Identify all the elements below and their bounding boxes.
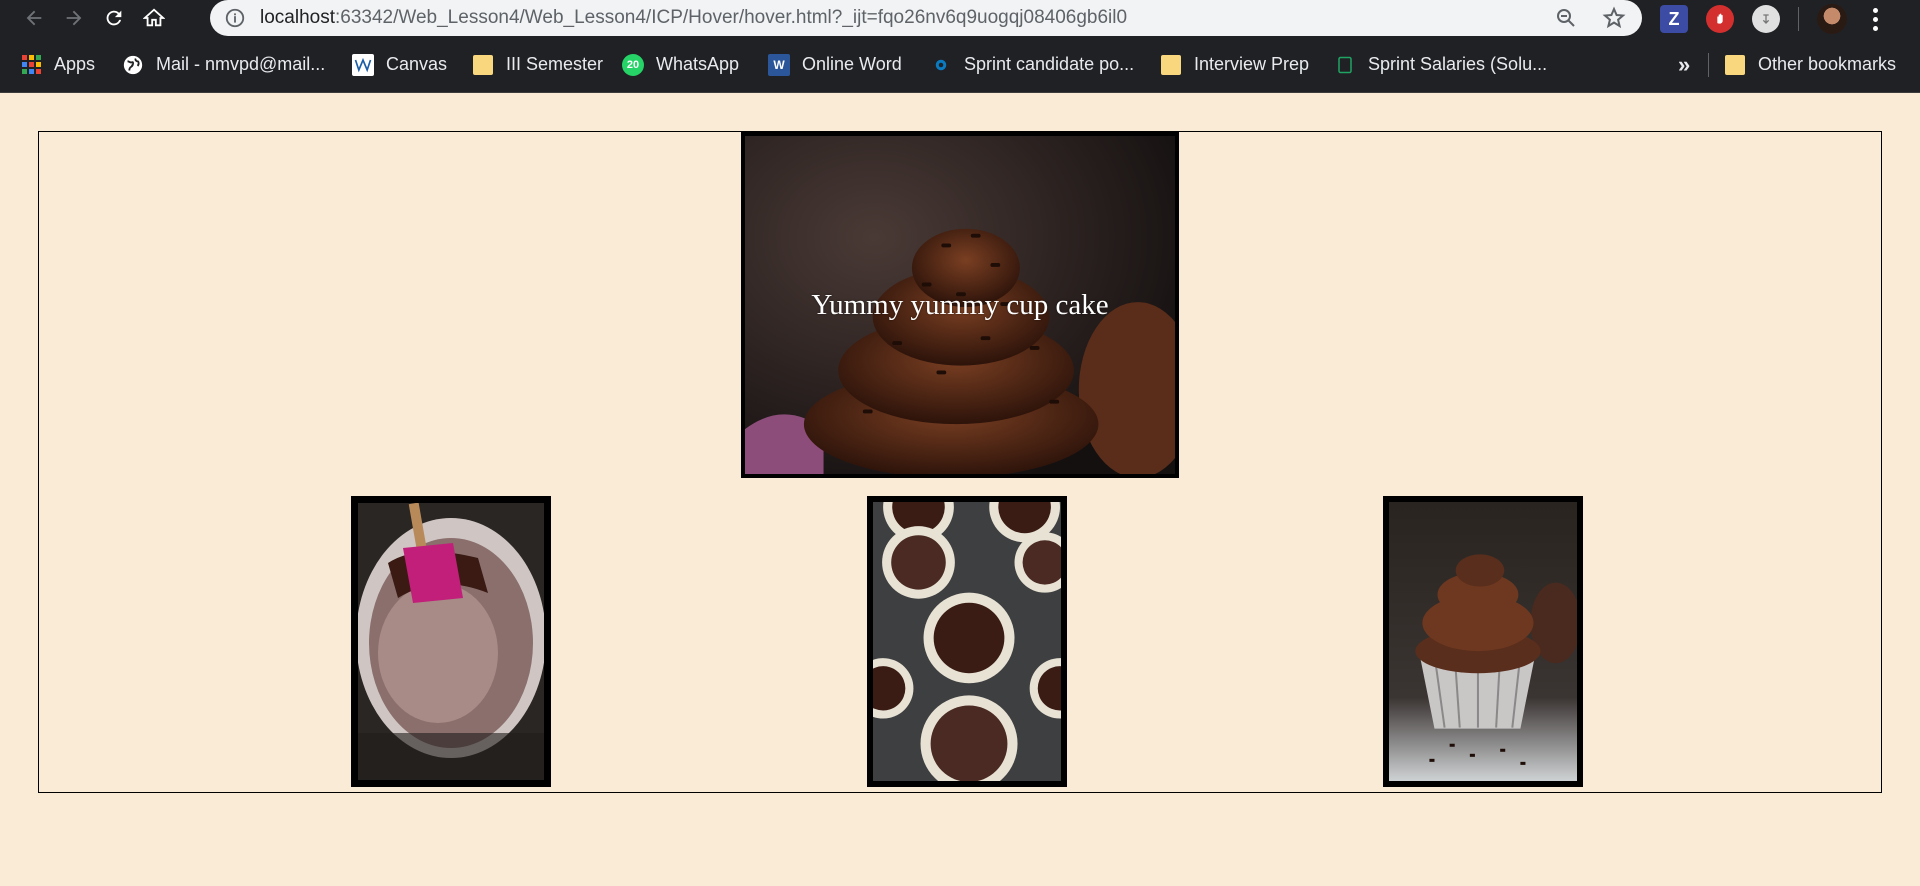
extension-icon[interactable] [1752,5,1780,33]
bookmark-label: Canvas [386,54,448,74]
thumbnail-frosted-cupcake[interactable] [1383,496,1583,787]
profile-avatar[interactable] [1817,4,1847,34]
word-icon: W [768,53,790,76]
url-path: :63342/Web_Lesson4/Web_Lesson4/ICP/Hover… [335,7,1128,28]
back-button[interactable] [18,2,50,34]
adblock-extension-icon[interactable] [1706,5,1734,33]
bookmarks-overflow-button[interactable]: » [1678,36,1690,93]
hero-caption: Yummy yummy cup cake [811,288,1109,321]
info-icon[interactable] [224,7,246,29]
bookmark-sprint-candidate[interactable]: Sprint candidate po... [930,36,1134,93]
more-menu-icon[interactable] [1865,5,1885,33]
arrow-right-icon [66,10,82,26]
z-extension-icon[interactable]: Z [1660,5,1688,33]
reload-button[interactable] [98,2,130,34]
sprint-icon [930,54,952,76]
bookmark-sprint-salaries[interactable]: Sprint Salaries (Solu... [1334,36,1547,93]
home-button[interactable] [138,2,170,34]
muffin-tin-image [873,502,1061,781]
folder-icon [472,54,494,76]
sheet-icon [1334,54,1356,76]
bookmark-label: Apps [54,54,96,74]
batter-bowl-image [358,503,544,780]
canvas-icon [352,53,374,76]
globe-icon [122,54,144,76]
toolbar-divider [1798,7,1799,31]
bookmark-interview-prep[interactable]: Interview Prep [1160,36,1309,93]
bookmark-label: WhatsApp [656,54,740,74]
bookmark-apps[interactable]: Apps [20,36,95,93]
url-host: localhost [260,7,335,28]
bookmark-label: Interview Prep [1194,54,1310,74]
home-icon [143,8,165,27]
folder-icon [1160,54,1182,76]
zoom-out-icon[interactable] [1554,6,1578,30]
forward-button[interactable] [58,2,90,34]
bookmark-label: Other bookmarks [1758,54,1897,74]
folder-icon [1724,54,1746,76]
hero-cupcake-image[interactable]: Yummy yummy cup cake [741,132,1179,478]
address-bar[interactable]: localhost:63342/Web_Lesson4/Web_Lesson4/… [210,0,1642,36]
bookmark-label: Sprint Salaries (Solu... [1368,54,1548,74]
bookmark-label: III Semester [506,54,604,74]
url-text[interactable]: localhost:63342/Web_Lesson4/Web_Lesson4/… [260,7,1127,29]
bookmark-online-word[interactable]: W Online Word [768,36,902,93]
bookmark-label: Sprint candidate po... [964,54,1135,74]
whatsapp-icon: 20 [622,53,644,76]
bookmark-mail[interactable]: Mail - nmvpd@mail... [122,36,325,93]
browser-toolbar: localhost:63342/Web_Lesson4/Web_Lesson4/… [0,0,1920,36]
bookmark-whatsapp[interactable]: 20 WhatsApp [622,36,739,93]
reload-icon [106,10,122,26]
bookmark-canvas[interactable]: Canvas [352,36,447,93]
bookmark-label: Online Word [802,54,902,74]
star-icon[interactable] [1602,6,1626,30]
frosted-cupcake-image [1389,502,1577,781]
bookmark-other-bookmarks[interactable]: Other bookmarks [1724,36,1896,93]
thumbnail-batter-bowl[interactable] [351,496,551,787]
bookmark-label: Mail - nmvpd@mail... [156,54,326,74]
bookmark-iii-semester[interactable]: III Semester [472,36,603,93]
apps-grid-icon [20,54,42,76]
arrow-left-icon [26,10,42,26]
thumbnail-muffin-tin[interactable] [867,496,1067,787]
bookmarks-divider [1708,53,1709,77]
bookmarks-bar: Apps Mail - nmvpd@mail... Canvas III Sem… [0,36,1920,93]
